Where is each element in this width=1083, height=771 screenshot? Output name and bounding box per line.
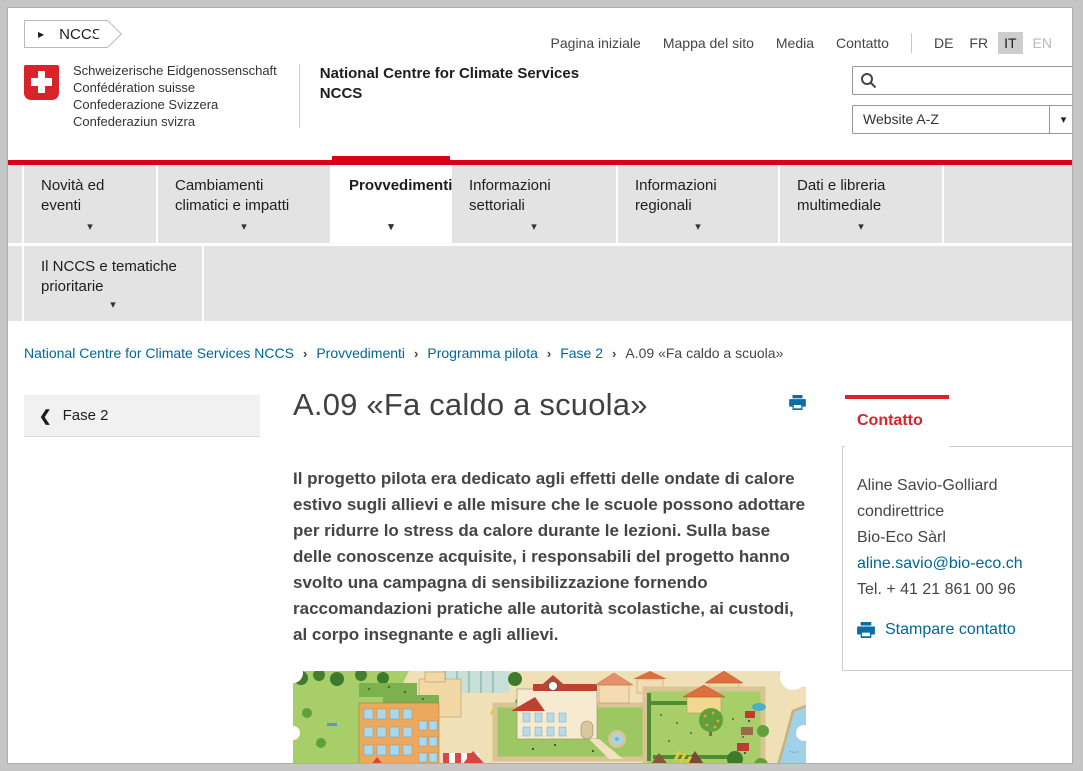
printer-icon	[857, 622, 875, 638]
az-select[interactable]: Website A-Z ▾	[852, 105, 1072, 134]
search-area: Website A-Z ▾	[852, 66, 1072, 134]
chevron-down-icon: ▾	[695, 217, 701, 237]
contact-company: Bio-Eco Sàrl	[857, 525, 1068, 551]
link-pagina-iniziale[interactable]: Pagina iniziale	[551, 35, 641, 51]
lang-en: EN	[1027, 32, 1058, 54]
topbar-divider	[911, 33, 912, 53]
search-input[interactable]	[881, 67, 1072, 94]
breadcrumb-provvedimenti[interactable]: Provvedimenti	[316, 345, 405, 361]
printer-icon	[789, 395, 806, 410]
nav-item-provvedimenti[interactable]: Provvedimenti ▾	[332, 165, 450, 243]
tab-contatto[interactable]: Contatto	[845, 395, 949, 447]
link-mappa-del-sito[interactable]: Mappa del sito	[663, 35, 754, 51]
breadcrumb-separator: ›	[303, 346, 307, 361]
town-illustration	[293, 671, 806, 763]
breadcrumb-separator: ›	[547, 346, 551, 361]
nav-item-dati-e-libreria[interactable]: Dati e libreria multimediale ▾	[780, 165, 942, 243]
nav-item-informazioni-settoriali[interactable]: Informazioni settoriali ▾	[452, 165, 616, 243]
confederation-wordmark: Schweizerische Eidgenossenschaft Confédé…	[73, 62, 277, 130]
link-media[interactable]: Media	[776, 35, 814, 51]
chevron-down-icon: ▾	[241, 217, 247, 237]
contact-email-link[interactable]: aline.savio@bio-eco.ch	[857, 555, 1023, 572]
main-content: A.09 «Fa caldo a scuola» Il progetto pil…	[293, 385, 806, 763]
nccs-tab-label: NCCS	[59, 26, 102, 43]
nav-item-informazioni-regionali[interactable]: Informazioni regionali ▾	[618, 165, 778, 243]
chevron-down-icon: ▾	[87, 217, 93, 237]
search-box	[852, 66, 1072, 95]
contact-phone: Tel. + 41 21 861 00 96	[857, 577, 1068, 603]
search-icon[interactable]	[860, 72, 877, 89]
nav-item-il-nccs-tematiche[interactable]: Il NCCS e tematiche prioritarie ▾	[24, 246, 202, 321]
contact-role: condirettrice	[857, 499, 1068, 525]
nav-edge	[8, 165, 22, 243]
header-divider	[299, 64, 300, 128]
nccs-breadcrumb-tab[interactable]: ▶ NCCS	[24, 20, 108, 48]
nccs-page: ▶ NCCS Pagina iniziale Mappa del sito Me…	[8, 8, 1072, 763]
lang-it[interactable]: IT	[998, 32, 1022, 54]
page-title: A.09 «Fa caldo a scuola»	[293, 385, 806, 425]
print-contact-label: Stampare contatto	[885, 617, 1016, 643]
breadcrumb-home[interactable]: National Centre for Climate Services NCC…	[24, 345, 294, 361]
back-label: Fase 2	[63, 407, 109, 424]
site-header-logo[interactable]: Schweizerische Eidgenossenschaft Confédé…	[24, 62, 610, 130]
top-links: Pagina iniziale Mappa del sito Media Con…	[529, 32, 1058, 54]
breadcrumb-current: A.09 «Fa caldo a scuola»	[625, 345, 783, 361]
print-contact-link[interactable]: Stampare contatto	[857, 617, 1068, 643]
nav-filler	[944, 165, 1072, 243]
lead-paragraph: Il progetto pilota era dedicato agli eff…	[293, 466, 806, 648]
contact-name: Aline Savio-Golliard	[857, 473, 1068, 499]
breadcrumb-separator: ›	[414, 346, 418, 361]
lang-fr[interactable]: FR	[963, 32, 994, 54]
nav-item-novita-ed-eventi[interactable]: Novità ed eventi ▾	[24, 165, 156, 243]
link-contatto[interactable]: Contatto	[836, 35, 889, 51]
nav-filler	[204, 246, 1072, 321]
lang-de[interactable]: DE	[928, 32, 959, 54]
language-switcher: DE FR IT EN	[924, 32, 1058, 54]
breadcrumb-separator: ›	[612, 346, 616, 361]
print-page-button[interactable]	[789, 395, 806, 413]
main-navigation: Novità ed eventi ▾ Cambiamenti climatici…	[8, 165, 1072, 321]
chevron-down-icon: ▾	[110, 295, 116, 315]
chevron-down-icon: ▾	[531, 217, 537, 237]
chevron-left-icon: ❮	[39, 407, 52, 425]
az-select-label: Website A-Z	[853, 106, 1049, 133]
window-frame: ▶ NCCS Pagina iniziale Mappa del sito Me…	[0, 0, 1083, 771]
select-arrow-icon: ▾	[1049, 106, 1072, 133]
contact-box: Aline Savio-Golliard condirettrice Bio-E…	[842, 446, 1072, 671]
back-to-fase-2[interactable]: ❮ Fase 2	[24, 395, 260, 437]
chevron-down-icon: ▾	[388, 217, 394, 237]
nav-edge	[8, 246, 22, 321]
nav-item-cambiamenti-climatici[interactable]: Cambiamenti climatici e impatti ▾	[158, 165, 330, 243]
site-title[interactable]: National Centre for Climate Services NCC…	[320, 64, 610, 104]
chevron-down-icon: ▾	[858, 217, 864, 237]
caret-right-icon: ▶	[38, 30, 44, 39]
breadcrumb: National Centre for Climate Services NCC…	[24, 345, 783, 361]
swiss-coat-of-arms-icon	[24, 65, 59, 100]
breadcrumb-programma-pilota[interactable]: Programma pilota	[427, 345, 538, 361]
breadcrumb-fase-2[interactable]: Fase 2	[560, 345, 603, 361]
